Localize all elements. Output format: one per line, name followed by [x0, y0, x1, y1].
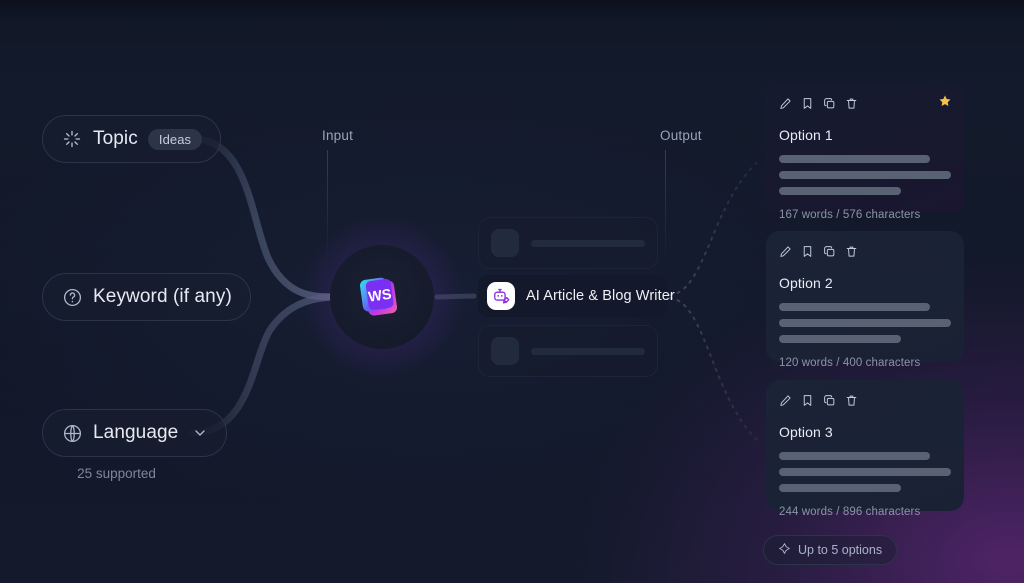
output-section-label: Output — [660, 128, 702, 143]
preview-line — [779, 452, 931, 460]
option-card[interactable]: Option 2 120 words / 400 characters — [766, 231, 964, 369]
topic-chip-ideas[interactable]: Ideas — [147, 128, 203, 150]
input-pill-keyword-label: Keyword (if any) — [93, 286, 232, 307]
chevron-down-icon[interactable] — [192, 425, 208, 441]
card-title: Option 2 — [779, 275, 833, 291]
copy-icon[interactable] — [823, 245, 836, 258]
input-pill-keyword[interactable]: Keyword (if any) — [42, 273, 251, 321]
copy-icon[interactable] — [823, 394, 836, 407]
sparkle-icon — [61, 128, 83, 150]
preview-line — [779, 303, 931, 311]
svg-text:WS: WS — [367, 287, 393, 306]
hub-node[interactable]: WS — [328, 243, 436, 351]
tool-row-label: AI Article & Blog Writer — [526, 288, 675, 304]
input-pill-topic[interactable]: Topic Ideas — [42, 115, 222, 163]
tool-row-selected[interactable]: AI Article & Blog Writer — [476, 273, 675, 319]
ws-logo: WS — [360, 277, 398, 316]
sparkle-diamond-icon — [778, 542, 791, 558]
tool-placeholder-row[interactable] — [478, 325, 658, 377]
delete-icon[interactable] — [845, 394, 858, 407]
preview-line — [779, 155, 931, 163]
star-icon[interactable] — [938, 94, 952, 113]
canvas-root: Topic Ideas Keyword (if any) Language 25… — [0, 0, 1024, 583]
card-preview-lines — [779, 155, 951, 195]
placeholder-bar — [531, 239, 645, 247]
preview-line — [779, 468, 951, 476]
preview-line — [779, 187, 902, 195]
input-section-label: Input — [322, 128, 354, 143]
placeholder-icon — [491, 229, 519, 257]
card-meta: 167 words / 576 characters — [779, 209, 921, 221]
card-meta: 120 words / 400 characters — [779, 357, 921, 369]
card-actions — [779, 243, 951, 259]
card-preview-lines — [779, 303, 951, 343]
edit-icon[interactable] — [779, 245, 792, 258]
output-divider — [665, 150, 666, 262]
delete-icon[interactable] — [845, 245, 858, 258]
card-title: Option 3 — [779, 424, 833, 440]
language-supported-note: 25 supported — [77, 466, 156, 481]
preview-line — [779, 171, 951, 179]
placeholder-bar — [531, 347, 645, 355]
edit-icon[interactable] — [779, 394, 792, 407]
preview-line — [779, 484, 902, 492]
edit-icon[interactable] — [779, 97, 792, 110]
card-actions — [779, 392, 951, 408]
max-options-label: Up to 5 options — [798, 543, 883, 557]
option-card[interactable]: Option 1 167 words / 576 characters — [764, 81, 966, 221]
question-circle-icon — [61, 286, 83, 308]
card-title: Option 1 — [779, 127, 833, 143]
copy-icon[interactable] — [823, 97, 836, 110]
tool-placeholder-row[interactable] — [478, 217, 658, 269]
preview-line — [779, 319, 951, 327]
input-pill-topic-label: Topic — [93, 128, 138, 149]
input-divider — [327, 150, 328, 262]
input-pill-language-label: Language — [93, 422, 179, 443]
max-options-pill[interactable]: Up to 5 options — [763, 535, 898, 565]
bookmark-icon[interactable] — [801, 245, 814, 258]
delete-icon[interactable] — [845, 97, 858, 110]
ai-robot-icon — [487, 282, 515, 310]
bookmark-icon[interactable] — [801, 394, 814, 407]
bookmark-icon[interactable] — [801, 97, 814, 110]
card-preview-lines — [779, 452, 951, 492]
globe-icon — [61, 422, 83, 444]
option-card[interactable]: Option 3 244 words / 896 characters — [766, 380, 964, 518]
input-pill-language[interactable]: Language — [42, 409, 228, 457]
card-meta: 244 words / 896 characters — [779, 506, 921, 518]
placeholder-icon — [491, 337, 519, 365]
card-actions — [779, 95, 951, 111]
preview-line — [779, 335, 902, 343]
